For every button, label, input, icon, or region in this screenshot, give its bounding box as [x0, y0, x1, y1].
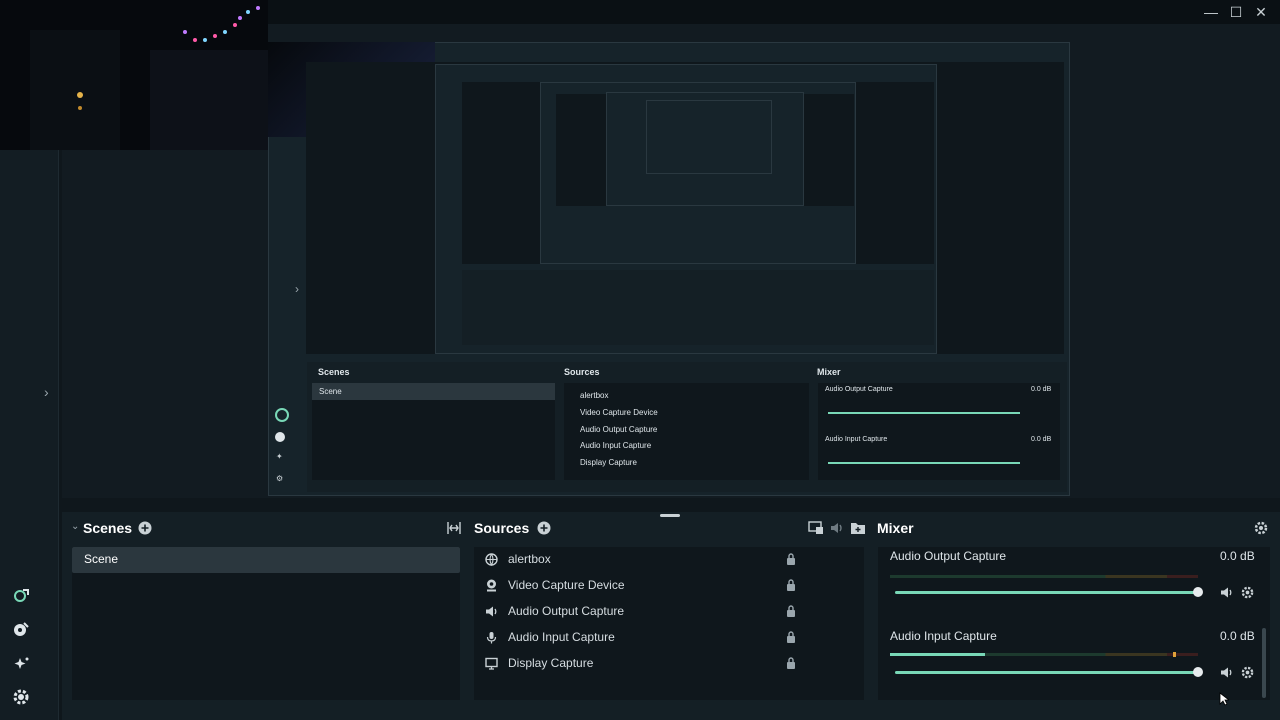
lock-icon[interactable]: [786, 657, 796, 669]
sources-title: Sources: [474, 520, 530, 536]
source-item[interactable]: Audio Output Capture: [482, 598, 862, 624]
lock-icon[interactable]: [786, 579, 796, 591]
nested-source-label: Audio Output Capture: [580, 424, 658, 434]
nested-scenes-title: Scenes: [318, 367, 350, 377]
nested-slider-1: [828, 412, 1020, 414]
monitor-icon: [482, 656, 500, 670]
source-label: Video Capture Device: [508, 578, 625, 592]
nested-studio-icon: [275, 408, 289, 422]
channel-1-mute-icon[interactable]: [1220, 586, 1233, 599]
dock-resize-handle[interactable]: [660, 514, 680, 517]
mic-icon: [482, 630, 500, 644]
speaker-icon: [482, 604, 500, 618]
nested-channel-1-name: Audio Output Capture: [825, 386, 893, 393]
source-item[interactable]: Audio Input Capture: [482, 624, 862, 650]
channel-2-mute-icon[interactable]: [1220, 666, 1233, 679]
sources-items: alertbox Video Capture Device Audio Outp…: [482, 546, 862, 676]
nested-mixer-title: Mixer: [817, 367, 841, 377]
nested-source-label: alertbox: [580, 391, 609, 400]
channel-1-db: 0.0 dB: [1220, 549, 1255, 563]
nested-source-label: Video Capture Device: [580, 407, 658, 417]
lock-icon[interactable]: [786, 605, 796, 617]
webcam-image: [0, 0, 268, 150]
nested-source-label: Display Capture: [580, 458, 637, 468]
mixer-settings-icon[interactable]: [1254, 521, 1268, 535]
maximize-button[interactable]: ☐: [1227, 3, 1245, 21]
nested-themes-icon: [275, 432, 285, 442]
source-label: Audio Output Capture: [508, 604, 625, 618]
channel-2-slider-knob[interactable]: [1193, 667, 1203, 677]
nested-channel-1-db: 0.0 dB: [1031, 386, 1052, 393]
channel-1-name: Audio Output Capture: [890, 549, 1007, 563]
scene-row[interactable]: [72, 547, 460, 573]
source-overlay-icon[interactable]: [808, 521, 824, 535]
nested-preview-5: [646, 100, 772, 174]
lock-icon[interactable]: [786, 553, 796, 565]
channel-2-peak-marker: [1173, 652, 1176, 657]
scene-label: Scene: [84, 552, 119, 566]
channel-2-slider[interactable]: [895, 671, 1197, 674]
nested-source-label: Audio Input Capture: [580, 441, 652, 451]
minimize-button[interactable]: —: [1202, 3, 1220, 21]
studio-mode-icon[interactable]: [12, 586, 30, 604]
nested-slider-2: [828, 462, 1020, 464]
settings-icon[interactable]: [12, 688, 30, 706]
add-source-icon[interactable]: [537, 521, 551, 535]
source-audio-icon[interactable]: [829, 521, 845, 535]
channel-1-slider-knob[interactable]: [1193, 587, 1203, 597]
nested-settings-icon: ⚙: [276, 474, 284, 483]
mixer-title: Mixer: [877, 520, 914, 536]
mouse-cursor: [1219, 692, 1229, 706]
nested-scene-label: Scene: [319, 387, 342, 396]
add-scene-icon[interactable]: [138, 521, 152, 535]
nested-chevron-icon: ›: [295, 282, 299, 296]
channel-2-settings-icon[interactable]: [1241, 666, 1254, 679]
close-button[interactable]: ✕: [1252, 3, 1270, 21]
channel-2-meter-level: [890, 653, 985, 656]
source-item[interactable]: Display Capture: [482, 650, 862, 676]
channel-2-name: Audio Input Capture: [890, 629, 997, 643]
nested-effects-icon: ✦: [276, 452, 283, 461]
themes-icon[interactable]: [12, 620, 30, 638]
nested-dock-2: [462, 270, 934, 345]
nested-scene-row: [312, 383, 555, 400]
channel-2-db: 0.0 dB: [1220, 629, 1255, 643]
mixer-scrollbar[interactable]: [1262, 628, 1266, 698]
nested-channel-2-name: Audio Input Capture: [825, 436, 888, 443]
source-label: alertbox: [508, 552, 551, 566]
channel-1-settings-icon[interactable]: [1241, 586, 1254, 599]
source-label: Display Capture: [508, 656, 594, 670]
effects-icon[interactable]: [12, 655, 30, 673]
nested-channel-2-db: 0.0 dB: [1031, 436, 1052, 443]
globe-icon: [482, 552, 500, 566]
source-item[interactable]: alertbox: [482, 546, 862, 572]
nested-sources-title: Sources: [564, 367, 600, 377]
nested-mixer-box: [818, 383, 1060, 480]
mixer-list: [878, 547, 1270, 700]
scenes-title: Scenes: [83, 520, 133, 536]
channel-1-meter: [890, 575, 1198, 578]
webcam-icon: [482, 578, 500, 592]
channel-1-slider[interactable]: [895, 591, 1197, 594]
nested-sources-list: alertbox Video Capture Device Audio Outp…: [580, 388, 658, 472]
source-label: Audio Input Capture: [508, 630, 615, 644]
add-folder-icon[interactable]: [850, 521, 866, 535]
source-item[interactable]: Video Capture Device: [482, 572, 862, 598]
scenes-collapse-icon[interactable]: ⌄: [71, 521, 79, 532]
scene-transition-icon[interactable]: [446, 520, 462, 536]
lock-icon[interactable]: [786, 631, 796, 643]
expand-chevron-icon[interactable]: ›: [44, 384, 49, 400]
